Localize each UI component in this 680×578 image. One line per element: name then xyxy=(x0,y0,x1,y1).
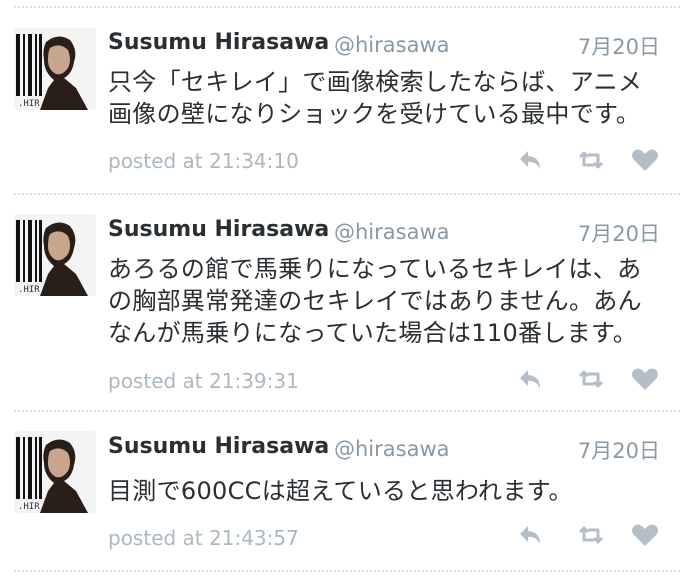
author-name[interactable]: Susumu Hirasawa xyxy=(108,434,329,459)
tweet-date[interactable]: 7月20日 xyxy=(578,31,660,61)
tweet-date[interactable]: 7月20日 xyxy=(578,435,660,465)
tweet-text-line: 画像の壁になりショックを受けている最中です。 xyxy=(108,100,641,128)
timeline: .HIR Susumu Hirasawa @hirasawa 7月20日 只今「… xyxy=(0,0,680,578)
tweet-text-line: あろるの館で馬乗りになっているセキレイは、あ xyxy=(108,255,642,283)
avatar-image: .HIR xyxy=(14,431,96,513)
author-handle[interactable]: @hirasawa xyxy=(334,33,450,57)
tweet-divider xyxy=(14,193,680,195)
tweet-text-line: の胸部異常発達のセキレイではありません。あん xyxy=(108,287,642,315)
author-name[interactable]: Susumu Hirasawa xyxy=(108,30,329,55)
retweet-icon[interactable] xyxy=(576,522,606,548)
heart-icon[interactable] xyxy=(630,147,660,173)
tweet-text-line: なんが馬乗りになっていた場合は110番します。 xyxy=(108,319,638,347)
avatar-image: .HIR xyxy=(14,28,96,110)
retweet-icon[interactable] xyxy=(576,147,606,173)
posted-timestamp: posted at 21:43:57 xyxy=(108,526,299,550)
top-divider xyxy=(14,6,680,8)
retweet-icon[interactable] xyxy=(576,366,606,392)
avatar-caption: .HIR xyxy=(18,502,40,512)
bottom-divider xyxy=(14,570,680,572)
tweet-date[interactable]: 7月20日 xyxy=(578,218,660,248)
avatar[interactable]: .HIR xyxy=(14,214,96,296)
author-name[interactable]: Susumu Hirasawa xyxy=(108,217,329,242)
reply-icon[interactable] xyxy=(516,366,546,392)
tweet-divider xyxy=(14,410,680,412)
tweet-text-line: 目測で600CCは超えていると思われます。 xyxy=(108,477,573,505)
avatar[interactable]: .HIR xyxy=(14,28,96,110)
heart-icon[interactable] xyxy=(630,366,660,392)
avatar-caption: .HIR xyxy=(18,285,40,295)
tweet-text: 只今「セキレイ」で画像検索したならば、アニメ 画像の壁になりショックを受けている… xyxy=(108,66,668,130)
posted-timestamp: posted at 21:39:31 xyxy=(108,369,299,393)
tweet-text: あろるの館で馬乗りになっているセキレイは、あ の胸部異常発達のセキレイではありま… xyxy=(108,253,668,349)
reply-icon[interactable] xyxy=(516,147,546,173)
avatar[interactable]: .HIR xyxy=(14,431,96,513)
posted-timestamp: posted at 21:34:10 xyxy=(108,149,299,173)
avatar-image: .HIR xyxy=(14,214,96,296)
author-handle[interactable]: @hirasawa xyxy=(334,220,450,244)
author-handle[interactable]: @hirasawa xyxy=(334,437,450,461)
tweet-text: 目測で600CCは超えていると思われます。 xyxy=(108,475,668,507)
reply-icon[interactable] xyxy=(516,522,546,548)
heart-icon[interactable] xyxy=(630,522,660,548)
tweet-text-line: 只今「セキレイ」で画像検索したならば、アニメ xyxy=(108,68,643,96)
avatar-caption: .HIR xyxy=(18,99,40,109)
